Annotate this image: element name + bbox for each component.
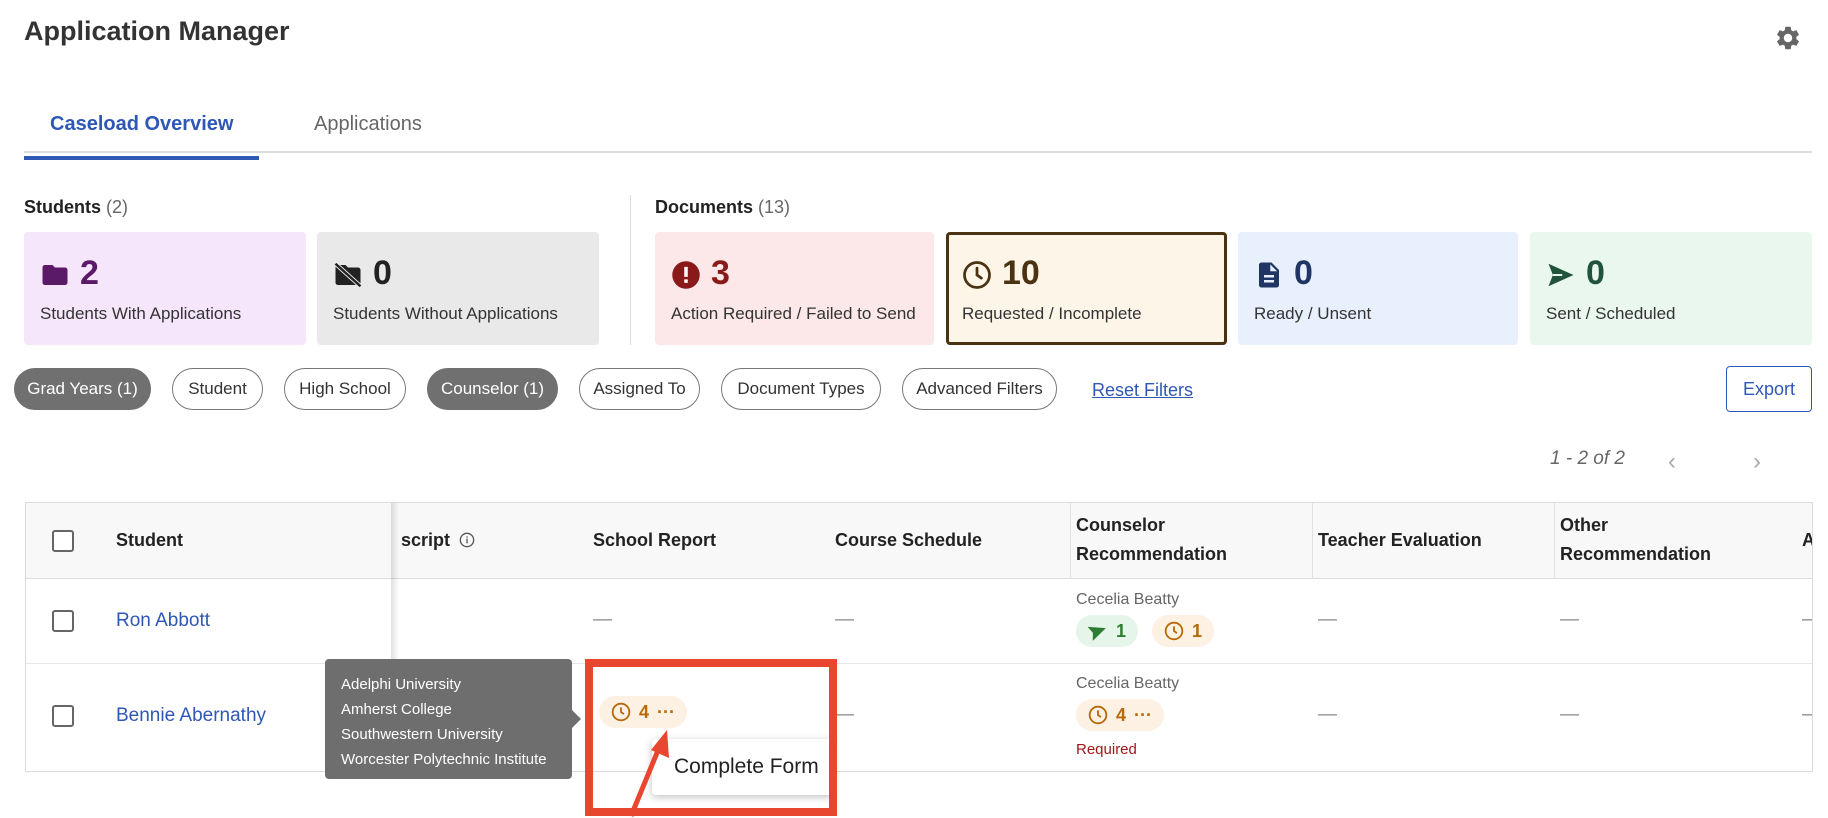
truncated-cell: – <box>1802 704 1813 725</box>
truncated-cell: – <box>1802 609 1813 630</box>
card-action-required[interactable]: 3 Action Required / Failed to Send <box>655 232 934 345</box>
other-rec-empty: — <box>1560 609 1579 630</box>
filter-assigned-to[interactable]: Assigned To <box>579 368 700 410</box>
clock-icon <box>963 261 991 289</box>
documents-section-label: Documents (13) <box>655 197 791 217</box>
card-value: 0 <box>373 254 392 292</box>
required-label: Required <box>1076 741 1137 758</box>
course-schedule-empty: — <box>835 704 854 725</box>
card-students-with-applications[interactable]: 2 Students With Applications <box>24 232 306 345</box>
card-label: Students Without Applications <box>333 304 558 323</box>
header-other-recommendation[interactable]: Other Recommendation <box>1560 511 1711 569</box>
card-sent-scheduled[interactable]: 0 Sent / Scheduled <box>1530 232 1812 345</box>
header-school-report[interactable]: School Report <box>593 526 716 555</box>
select-all-checkbox[interactable] <box>52 530 74 552</box>
applications-table: Student script School Report Course Sche… <box>25 502 1813 772</box>
header-counselor-recommendation[interactable]: Counselor Recommendation <box>1076 511 1227 569</box>
tooltip-line: Worcester Polytechnic Institute <box>341 751 547 768</box>
card-ready-unsent[interactable]: 0 Ready / Unsent <box>1238 232 1518 345</box>
header-student[interactable]: Student <box>116 526 183 555</box>
card-students-without-applications[interactable]: 0 Students Without Applications <box>317 232 599 345</box>
pending-badge[interactable]: 1 <box>1152 615 1215 647</box>
filter-student[interactable]: Student <box>172 368 263 410</box>
tooltip-line: Southwestern University <box>341 726 503 743</box>
filter-advanced[interactable]: Advanced Filters <box>902 368 1057 410</box>
info-icon[interactable] <box>459 532 475 548</box>
card-label: Ready / Unsent <box>1254 304 1372 323</box>
table-header: Student script School Report Course Sche… <box>26 503 1812 579</box>
pagination-range: 1 - 2 of 2 <box>1550 448 1625 469</box>
page-title: Application Manager <box>24 16 290 46</box>
clock-icon <box>1088 705 1108 725</box>
more-icon[interactable]: ··· <box>1134 705 1152 726</box>
send-icon <box>1088 626 1106 641</box>
students-section-label: Students (2) <box>24 197 129 217</box>
schools-tooltip: Adelphi University Amherst College South… <box>325 659 581 779</box>
card-value: 2 <box>80 254 99 292</box>
filter-grad-years[interactable]: Grad Years (1) <box>14 368 151 410</box>
row-checkbox[interactable] <box>52 610 74 632</box>
header-course-schedule[interactable]: Course Schedule <box>835 526 982 555</box>
counselor-name: Cecelia Beatty <box>1076 675 1180 692</box>
counselor-name: Cecelia Beatty <box>1076 591 1180 608</box>
card-label: Requested / Incomplete <box>962 304 1142 323</box>
teacher-eval-empty: — <box>1318 704 1337 725</box>
card-requested-incomplete[interactable]: 10 Requested / Incomplete <box>946 232 1227 345</box>
card-label: Action Required / Failed to Send <box>671 304 916 323</box>
send-icon <box>1548 263 1574 287</box>
course-schedule-empty: — <box>835 609 854 630</box>
card-label: Students With Applications <box>40 304 242 323</box>
folder-off-icon <box>334 262 362 288</box>
chevron-left-icon[interactable]: ‹ <box>1668 448 1676 476</box>
sent-badge[interactable]: 1 <box>1076 615 1139 647</box>
tab-caseload-overview[interactable]: Caseload Overview <box>23 113 260 160</box>
header-truncated[interactable]: A <box>1802 526 1812 555</box>
school-report-empty: — <box>593 609 612 630</box>
filter-high-school[interactable]: High School <box>284 368 406 410</box>
clock-icon <box>1164 621 1184 641</box>
teacher-eval-empty: — <box>1318 609 1337 630</box>
reset-filters-link[interactable]: Reset Filters <box>1092 380 1193 401</box>
tab-bar: Caseload Overview Applications <box>23 95 1812 160</box>
student-name-link[interactable]: Bennie Abernathy <box>116 705 266 727</box>
filter-document-types[interactable]: Document Types <box>721 368 881 410</box>
tooltip-line: Amherst College <box>341 701 452 718</box>
other-rec-empty: — <box>1560 704 1579 725</box>
card-value: 0 <box>1294 254 1313 292</box>
card-label: Sent / Scheduled <box>1546 304 1676 323</box>
student-name-link[interactable]: Ron Abbott <box>116 610 210 632</box>
card-value: 10 <box>1002 254 1040 292</box>
gear-icon[interactable] <box>1774 24 1802 52</box>
highlight-box <box>585 659 837 816</box>
filter-counselor[interactable]: Counselor (1) <box>427 368 558 410</box>
header-transcript[interactable]: script <box>401 526 475 555</box>
header-teacher-evaluation[interactable]: Teacher Evaluation <box>1318 526 1482 555</box>
card-value: 3 <box>711 254 730 292</box>
row-checkbox[interactable] <box>52 705 74 727</box>
alert-icon <box>672 261 700 289</box>
chevron-right-icon[interactable]: › <box>1753 448 1761 476</box>
section-divider <box>630 195 631 345</box>
pending-badge[interactable]: 4 ··· <box>1076 699 1164 731</box>
tooltip-line: Adelphi University <box>341 676 462 693</box>
annotation-arrow <box>628 730 669 817</box>
card-value: 0 <box>1586 254 1605 292</box>
document-icon <box>1259 262 1279 288</box>
tab-applications[interactable]: Applications <box>314 113 422 136</box>
export-button[interactable]: Export <box>1726 366 1812 412</box>
folder-icon <box>42 265 68 285</box>
